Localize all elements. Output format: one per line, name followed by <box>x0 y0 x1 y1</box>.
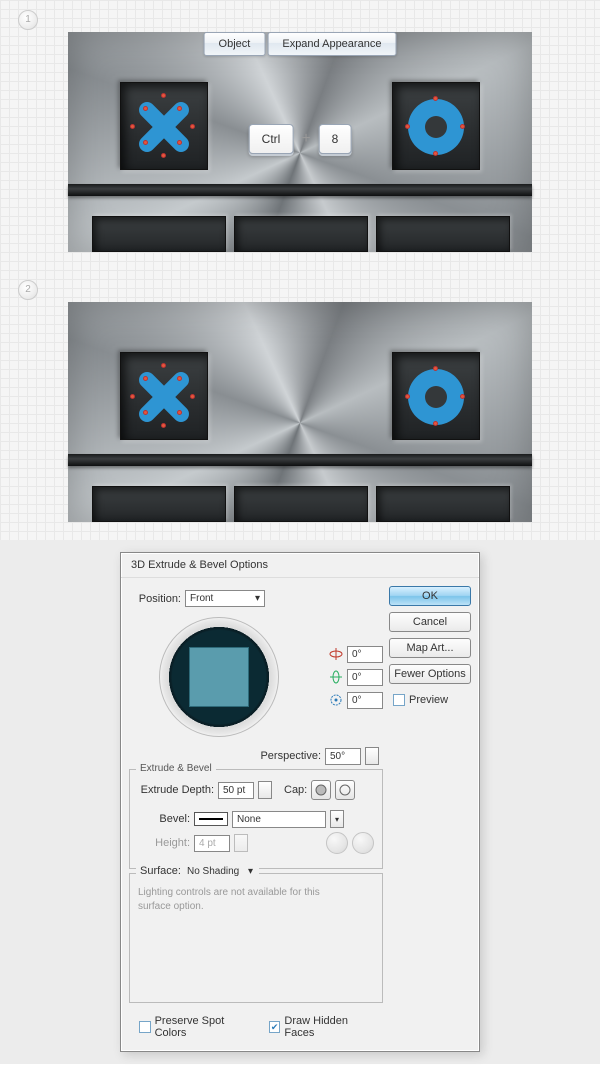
extrude-bevel-dialog: 3D Extrude & Bevel Options Position: Fro… <box>120 552 480 1052</box>
dialog-area: 3D Extrude & Bevel Options Position: Fro… <box>0 540 600 1064</box>
bevel-value: None <box>237 814 261 825</box>
draw-hidden-checkbox[interactable]: ✔ Draw Hidden Faces <box>265 1015 377 1039</box>
preview-label: Preview <box>409 694 448 706</box>
bottom-slot <box>376 486 510 522</box>
cancel-button[interactable]: Cancel <box>389 612 471 632</box>
preview-checkbox[interactable]: Preview <box>389 694 471 706</box>
cap-on-button[interactable] <box>311 780 331 800</box>
position-label: Position: <box>135 593 181 605</box>
chevron-down-icon: ▾ <box>255 593 260 604</box>
extrude-depth-label: Extrude Depth: <box>138 784 214 796</box>
x-shape <box>134 367 194 427</box>
preserve-spot-label: Preserve Spot Colors <box>155 1015 255 1039</box>
perspective-input[interactable]: 50° <box>325 748 361 765</box>
extrude-depth-input[interactable]: 50 pt <box>218 782 254 799</box>
bottom-slot <box>92 486 226 522</box>
checkbox-checked-icon: ✔ <box>269 1021 281 1033</box>
bevel-label: Bevel: <box>138 813 190 825</box>
perspective-label: Perspective: <box>260 750 321 762</box>
menu-path: Object Expand Appearance <box>204 32 397 56</box>
bottom-slot <box>92 216 226 252</box>
keyboard-shortcut: Ctrl + 8 <box>249 124 352 154</box>
extrude-bevel-fieldset: Extrude & Bevel Extrude Depth: 50 pt Cap… <box>129 769 383 869</box>
rotation-trackball[interactable] <box>159 617 279 737</box>
rotation-y-input[interactable]: 0° <box>347 669 383 686</box>
key-ctrl: Ctrl <box>249 124 294 154</box>
illustration-panel-1: Object Expand Appearance <box>68 32 532 252</box>
height-label: Height: <box>138 837 190 849</box>
position-value: Front <box>190 593 213 604</box>
x-shape <box>134 97 194 157</box>
lighting-note: Lighting controls are not available for … <box>138 886 338 914</box>
surface-label: Surface: <box>140 865 181 877</box>
chevron-down-icon: ▾ <box>248 866 253 877</box>
fewer-options-button[interactable]: Fewer Options <box>389 664 471 684</box>
socket-x <box>120 82 208 170</box>
key-8: 8 <box>319 124 352 154</box>
checkbox-icon <box>139 1021 151 1033</box>
rotation-z-input[interactable]: 0° <box>347 692 383 709</box>
bevel-in-icon <box>326 832 348 854</box>
extrude-bevel-label: Extrude & Bevel <box>136 763 216 774</box>
step-1-badge: 1 <box>18 10 38 30</box>
menu-expand-appearance[interactable]: Expand Appearance <box>267 32 396 56</box>
axis-z-icon <box>329 693 343 707</box>
surface-fieldset: Surface: No Shading ▾ Lighting controls … <box>129 873 383 1003</box>
extrude-depth-stepper[interactable] <box>258 781 272 799</box>
surface-value: No Shading <box>187 866 239 877</box>
tutorial-step-2: 2 <box>0 270 600 540</box>
draw-hidden-label: Draw Hidden Faces <box>284 1015 377 1039</box>
step-2-badge: 2 <box>18 280 38 300</box>
axis-x-icon <box>329 647 343 661</box>
bevel-dropdown[interactable]: None <box>232 811 326 828</box>
map-art-button[interactable]: Map Art... <box>389 638 471 658</box>
o-shape <box>408 99 464 155</box>
menu-object[interactable]: Object <box>204 32 266 56</box>
socket-o <box>392 352 480 440</box>
o-shape <box>408 369 464 425</box>
height-stepper <box>234 834 248 852</box>
socket-o <box>392 82 480 170</box>
checkbox-icon <box>393 694 405 706</box>
bottom-slot <box>376 216 510 252</box>
bevel-dropdown-arrow[interactable]: ▾ <box>330 810 344 828</box>
bottom-slot <box>234 216 368 252</box>
height-input: 4 pt <box>194 835 230 852</box>
socket-x <box>120 352 208 440</box>
perspective-stepper[interactable] <box>365 747 379 765</box>
surface-dropdown[interactable]: No Shading ▾ <box>185 866 255 877</box>
ok-button[interactable]: OK <box>389 586 471 606</box>
axis-y-icon <box>329 670 343 684</box>
cap-label: Cap: <box>284 784 307 796</box>
rotation-x-input[interactable]: 0° <box>347 646 383 663</box>
illustration-panel-2 <box>68 302 532 522</box>
trackball-face <box>189 647 249 707</box>
position-dropdown[interactable]: Front ▾ <box>185 590 265 607</box>
tutorial-step-1: 1 Object Expand Appearance <box>0 0 600 270</box>
bevel-out-icon <box>352 832 374 854</box>
bottom-slot <box>234 486 368 522</box>
preserve-spot-checkbox[interactable]: Preserve Spot Colors <box>135 1015 255 1039</box>
cap-off-button[interactable] <box>335 780 355 800</box>
bevel-preview-swatch <box>194 812 228 826</box>
dialog-title: 3D Extrude & Bevel Options <box>121 553 479 578</box>
plus-icon: + <box>301 130 310 148</box>
